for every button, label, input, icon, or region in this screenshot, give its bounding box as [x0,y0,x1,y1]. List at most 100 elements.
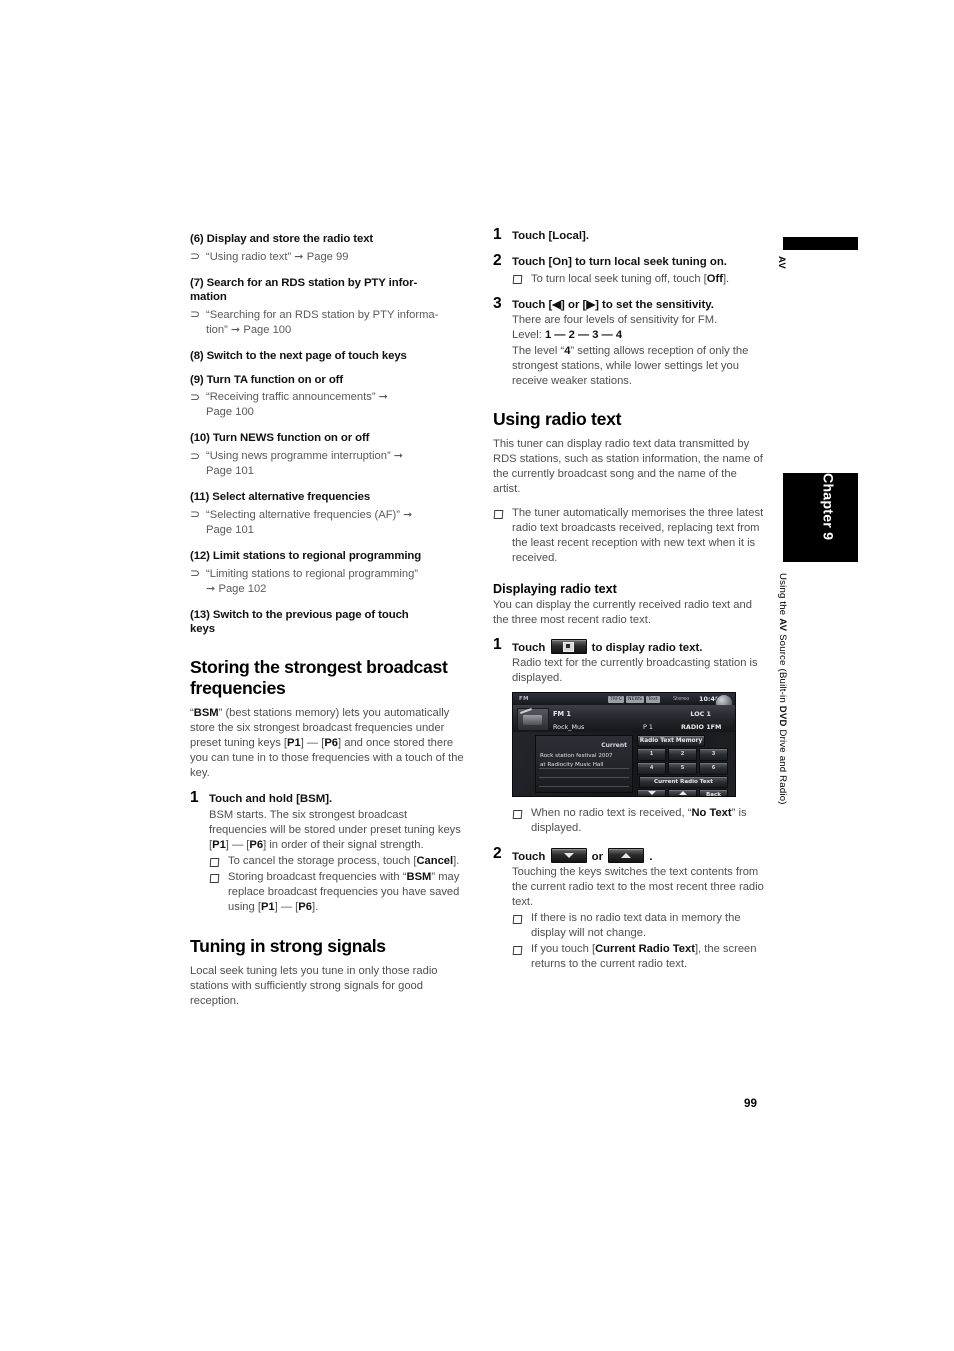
radiotext-step-2-title: Touch or . [512,847,767,865]
device-key-scroll-down[interactable] [637,789,666,797]
feature-ref-6-text: “Using radio text” ➞ Page 99 [206,250,349,263]
step-number: 2 [493,252,502,270]
device-stereo-label: Stereo [673,696,690,703]
feature-ref-9: ⊃ “Receiving traffic announcements” ➞ Pag… [190,390,464,420]
running-title-post: Drive and Radio) [777,726,788,805]
margin-av-label: AV [777,256,788,269]
heading-tuning-strong-signals: Tuning in strong signals [190,935,386,956]
local-step-2-note-text: To turn local seek tuning off, touch [Of… [531,272,730,285]
step-number: 3 [493,294,502,312]
device-key-current-radio-text[interactable]: Current Radio Text [639,776,728,789]
radiotext-step-2-note-2-text: If you touch [Current Radio Text], the s… [531,943,757,971]
running-title-mid: Source (Built-in [777,631,788,706]
radiotext-step-1-note: When no radio text is received, “No Text… [512,806,767,836]
feature-label-7: (7) Search for an RDS station by PTY inf… [190,276,418,304]
device-key-pad: Radio Text Memory 1 2 3 4 5 6 Current Ra… [635,734,733,797]
note-square-icon [512,914,523,924]
device-panel: Current Rock station festival 2007 at Ra… [513,732,735,797]
feature-ref-12: ⊃ “Limiting stations to regional program… [190,566,464,597]
manual-page: (6) Display and store the radio text ⊃ “… [0,0,954,1351]
radiotext-note-1-text: The tuner automatically memorises the th… [512,507,764,565]
radiotext-step-2-note-1-text: If there is no radio text data in memory… [531,912,741,940]
indicator-news: NEWS [626,695,645,703]
feature-label-10: (10) Turn NEWS function on or off [190,432,370,445]
bsm-step-1-body: BSM starts. The six strongest broadcast … [209,808,461,852]
radiotext-step-2-title-post: . [646,850,653,863]
page-number: 99 [744,1097,757,1110]
feature-label-12: (12) Limit stations to regional programm… [190,550,422,562]
local-step-2-title: Touch [On] to turn local seek tuning on. [512,256,727,269]
step-number: 2 [493,844,502,862]
local-step-1-title: Touch [Local]. [512,230,589,242]
local-step-1: 1 Touch [Local]. [493,226,767,244]
radiotext-note-1: The tuner automatically memorises the th… [493,506,767,566]
device-key-preset-4[interactable]: 4 [637,762,666,776]
device-key-preset-2[interactable]: 2 [668,748,697,762]
feature-label-9: (9) Turn TA function on or off [190,373,344,386]
radiotext-step-1-body: Radio text for the currently broadcastin… [512,657,758,685]
chapter-tab-label: Chapter 9 [819,473,836,541]
device-key-preset-5[interactable]: 5 [668,762,697,776]
feature-label-8: (8) Switch to the next page of touch key… [190,350,407,363]
indicator-text: Text [646,695,660,703]
local-step-3-body: There are four levels of sensitivity for… [512,314,718,327]
device-key-preset-6[interactable]: 6 [699,762,728,776]
subheading-displaying-radio-text: Displaying radio text [493,581,617,596]
bsm-step-1-title: Touch and hold [BSM]. [209,793,333,806]
reference-arrow-icon: ⊃ [190,566,201,581]
right-column: 1 Touch [Local]. 2 Touch [On] to turn lo… [493,226,767,973]
up-arrow-key-icon [608,847,645,863]
bsm-note-1-text: To cancel the storage process, touch [Ca… [228,855,460,868]
feature-label-6: (6) Display and store the radio text [190,233,374,245]
feature-ref-12-text: “Limiting stations to regional programmi… [206,567,419,595]
radiotext-step-2-note-2: If you touch [Current Radio Text], the s… [512,942,767,972]
feature-ref-10: ⊃ “Using news programme interruption” ➞ P… [190,449,464,479]
radiotext-step-1-note-text: When no radio text is received, “No Text… [531,807,747,835]
feature-ref-10-text: “Using news programme interruption” ➞ Pag… [206,450,404,478]
radiotext-step-1-title-pre: Touch [512,641,549,654]
local-step-2: 2 Touch [On] to turn local seek tuning o… [493,252,767,287]
running-title-av: AV [777,618,788,632]
device-key-memory-header[interactable]: Radio Text Memory [637,735,705,748]
displaying-radiotext-intro: You can display the currently received r… [493,598,752,626]
feature-label-13: (13) Switch to the previous page of touc… [190,608,409,636]
feature-ref-7: ⊃ “Searching for an RDS station by PTY i… [190,307,464,338]
device-screenshot: FM TRFC NEWS Text Stereo 10:48 FM 1 LOC … [512,692,736,798]
feature-ref-9-text: “Receiving traffic announcements” ➞ Page … [206,391,389,419]
step-number: 1 [493,226,502,243]
down-arrow-icon [647,791,656,796]
reference-arrow-icon: ⊃ [190,249,201,264]
margin-rule [783,237,858,250]
radiotext-step-2-title-mid: or [588,850,607,863]
level-value: 1 — 2 — 3 — 4 [544,329,623,342]
radiotext-step-1-title: Touch to display radio text. [512,638,767,656]
local-step-3-body2: The level “4” setting allows reception o… [512,344,749,387]
reference-arrow-icon: ⊃ [190,448,201,463]
note-square-icon [209,873,220,883]
running-title: Using the AV Source (Built-in DVD Drive … [777,573,788,1013]
reference-arrow-icon: ⊃ [190,307,201,322]
local-step-2-note: To turn local seek tuning off, touch [Of… [512,272,767,287]
radiotext-step-1-title-post: to display radio text. [588,641,703,654]
step-number: 1 [190,789,199,807]
bsm-step-1: 1 Touch and hold [BSM]. BSM starts. The … [190,789,464,915]
running-title-dvd: DVD [777,705,788,727]
radiotext-step-2-note-1: If there is no radio text data in memory… [512,911,767,941]
device-key-scroll-up[interactable] [668,789,697,797]
local-intro: Local seek tuning lets you tune in only … [190,964,438,1007]
down-arrow-key-icon [550,847,587,863]
device-radiotext-box: Current Rock station festival 2007 at Ra… [535,735,633,794]
reference-arrow-icon: ⊃ [190,389,201,404]
feature-label-11: (11) Select alternative frequencies [190,491,371,504]
radiotext-step-2-body: Touching the keys switches the text cont… [512,865,764,909]
note-square-icon [512,275,523,285]
local-step-3: 3 Touch [◀] or [▶] to set the sensitivit… [493,294,767,389]
feature-ref-11-text: “Selecting alternative frequencies (AF)”… [206,508,413,536]
device-key-preset-1[interactable]: 1 [637,748,666,762]
device-key-preset-3[interactable]: 3 [699,748,728,762]
device-info-bar: FM 1 LOC 1 Rock_Mus P 1 RADIO 1FM [513,705,735,733]
device-key-back[interactable]: Back [699,789,728,797]
radiotext-step-1: 1 Touch to display radio text. Radio tex… [493,636,767,837]
chapter-tab: Chapter 9 [783,473,858,562]
level-label: Level: [512,329,545,342]
